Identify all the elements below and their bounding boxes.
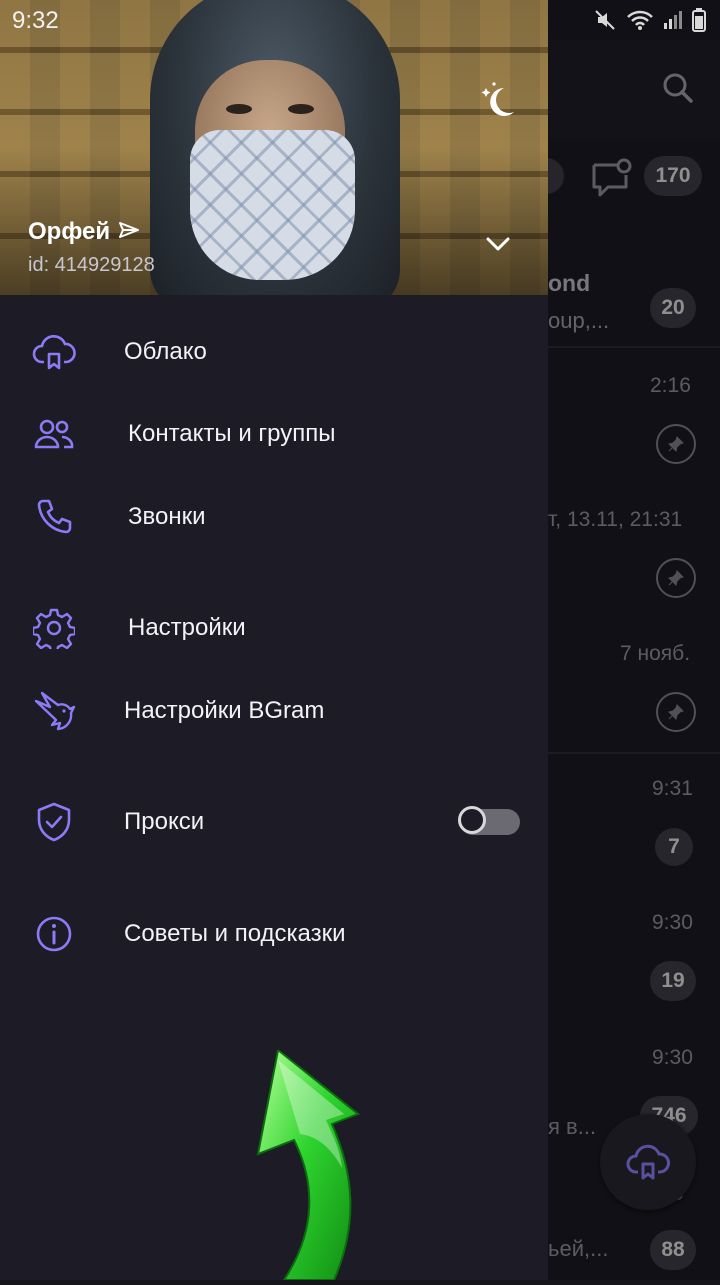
menu-item-label: Прокси xyxy=(124,808,205,835)
menu-item-bgram-settings[interactable]: Настройки BGram xyxy=(0,675,548,747)
proxy-toggle[interactable] xyxy=(458,806,520,835)
status-bar: 9:32 xyxy=(0,0,720,40)
menu-item-tips[interactable]: Советы и подсказки xyxy=(0,898,548,970)
menu-item-cloud[interactable]: Облако xyxy=(0,316,548,388)
menu-item-label: Настройки xyxy=(128,614,246,641)
menu-item-label: Облако xyxy=(124,338,207,365)
gear-icon xyxy=(30,604,78,652)
user-id: id: 414929128 xyxy=(28,254,155,276)
wifi-icon xyxy=(626,9,654,36)
menu-item-contacts[interactable]: Контакты и группы xyxy=(0,398,548,470)
avatar-eyes xyxy=(222,100,318,120)
menu-item-proxy[interactable]: Прокси xyxy=(0,786,548,858)
chevron-down-icon[interactable] xyxy=(484,234,512,259)
user-name: Орфей xyxy=(28,218,140,246)
menu-item-label: Звонки xyxy=(128,503,206,530)
mute-icon xyxy=(594,9,616,36)
battery-icon xyxy=(692,8,706,37)
status-icons xyxy=(594,8,706,37)
menu-item-label: Советы и подсказки xyxy=(124,920,346,947)
signal-icon xyxy=(664,9,682,36)
status-time: 9:32 xyxy=(12,7,59,34)
toggle-knob xyxy=(458,806,486,834)
drawer-scrim[interactable] xyxy=(548,0,720,1280)
menu-item-settings[interactable]: Настройки xyxy=(0,592,548,664)
phone-icon xyxy=(30,493,78,541)
navigation-drawer: Орфей id: 414929128 Облако Контакты и гр… xyxy=(0,0,548,1281)
info-icon xyxy=(30,910,78,958)
menu-item-label: Настройки BGram xyxy=(124,697,325,724)
avatar-mask xyxy=(190,130,355,280)
user-name-text: Орфей xyxy=(28,218,111,245)
green-arrow-annotation xyxy=(230,1048,370,1285)
menu-item-label: Контакты и группы xyxy=(128,420,336,447)
bird-icon xyxy=(30,687,78,735)
shield-check-icon xyxy=(30,798,78,846)
drawer-header[interactable]: Орфей id: 414929128 xyxy=(0,0,548,295)
night-mode-moon-icon[interactable] xyxy=(476,80,520,129)
contacts-icon xyxy=(30,410,78,458)
menu-item-calls[interactable]: Звонки xyxy=(0,481,548,553)
cloud-icon xyxy=(30,328,78,376)
send-arrow-icon xyxy=(118,218,140,246)
